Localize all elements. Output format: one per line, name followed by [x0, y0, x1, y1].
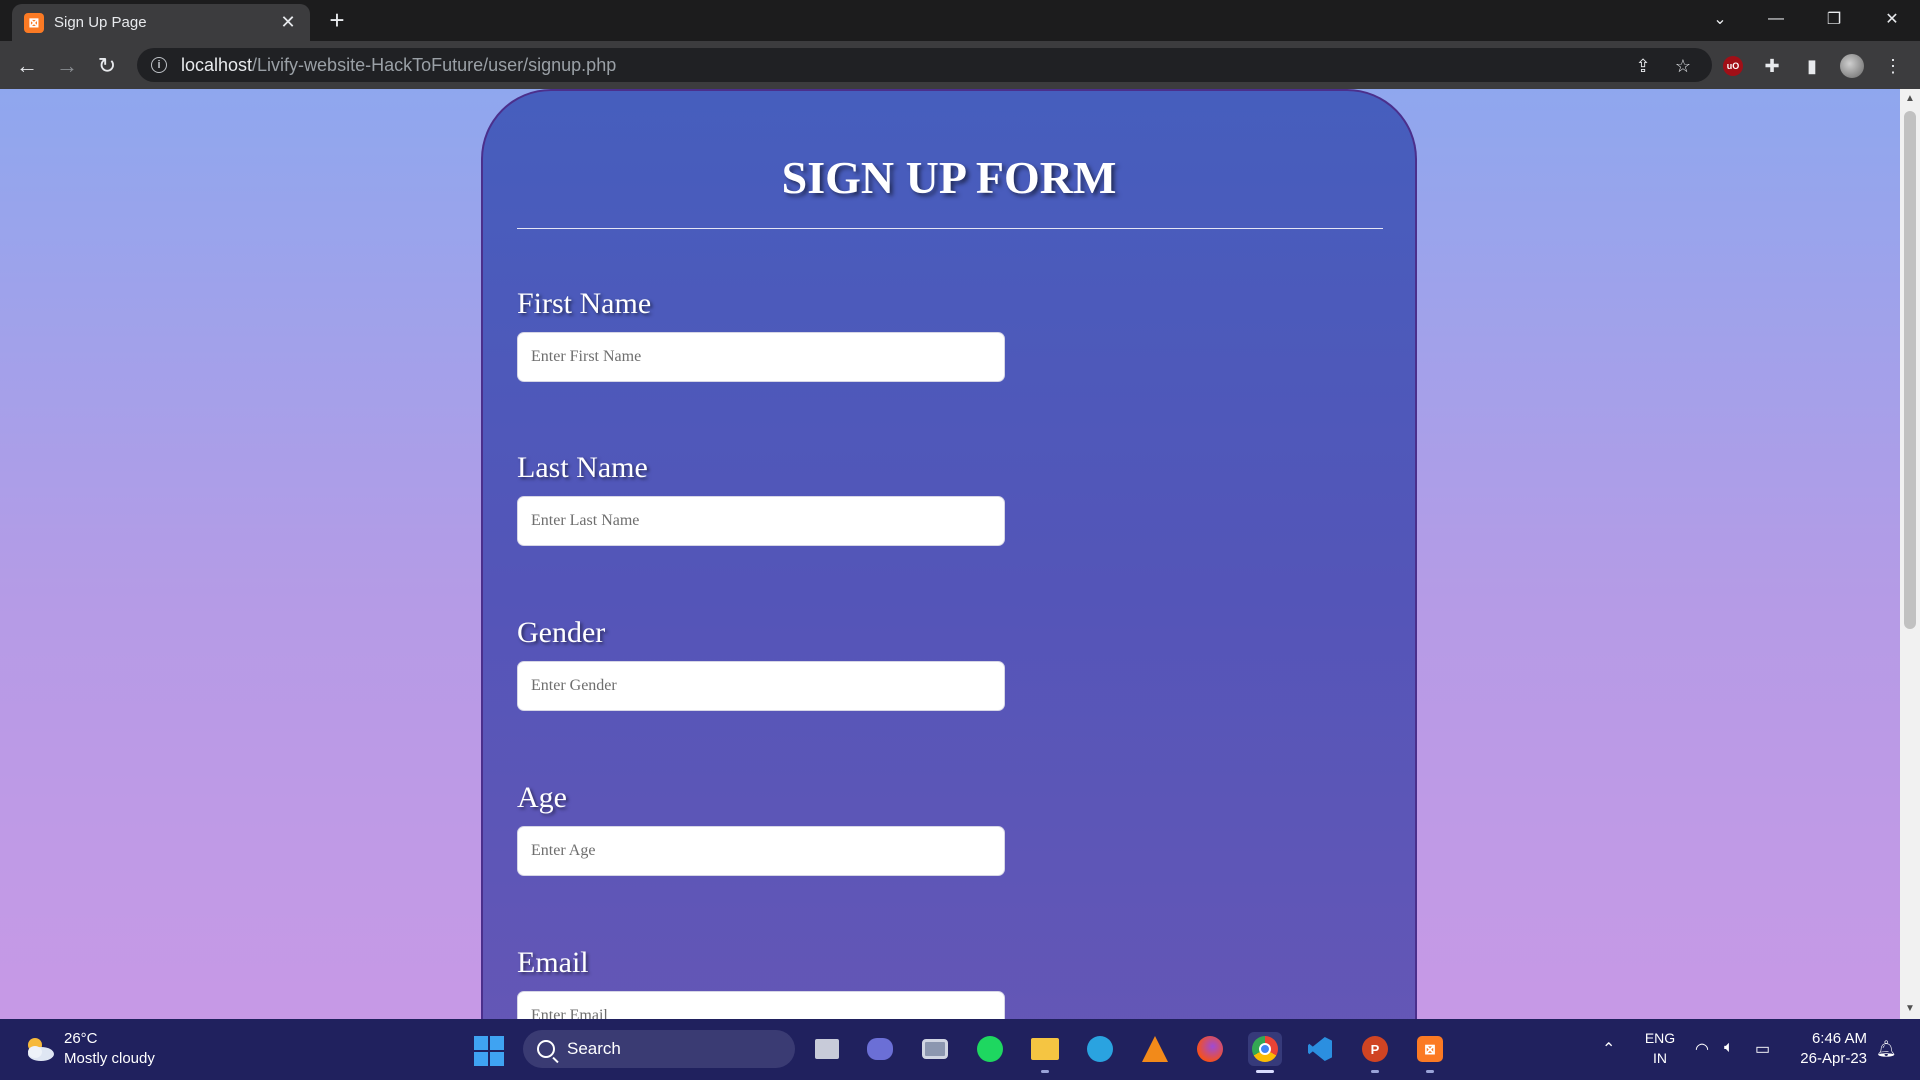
clock-date[interactable]: 26-Apr-23	[1795, 1050, 1867, 1067]
last-name-label: Last Name	[517, 451, 648, 484]
xampp-icon[interactable]: ⊠	[1413, 1032, 1447, 1073]
windows-taskbar: 26°C Mostly cloudy Search P ⊠ ⌃ ENG IN ◠…	[0, 1019, 1920, 1080]
notification-bell-icon[interactable]: 🔔︎	[1876, 1039, 1896, 1059]
share-icon[interactable]: ⇪	[1630, 53, 1656, 79]
taskbar-search-box[interactable]: Search	[523, 1030, 795, 1068]
task-view-icon[interactable]	[810, 1032, 844, 1066]
first-name-input[interactable]	[517, 332, 1005, 382]
input-language[interactable]: ENG	[1644, 1030, 1676, 1046]
clock-time[interactable]: 6:46 AM	[1795, 1030, 1867, 1047]
telegram-icon[interactable]	[1083, 1032, 1117, 1066]
show-hidden-icons-chevron-icon[interactable]: ⌃	[1602, 1039, 1615, 1059]
extensions-puzzle-icon[interactable]: ✚	[1759, 53, 1785, 79]
bookmark-star-icon[interactable]: ☆	[1670, 53, 1696, 79]
meet-chat-icon[interactable]	[863, 1032, 897, 1066]
tab-search-chevron-icon[interactable]: ⌄	[1692, 0, 1748, 38]
powerpoint-icon[interactable]: P	[1358, 1032, 1392, 1073]
site-info-icon[interactable]: i	[151, 57, 167, 73]
wifi-icon[interactable]: ◠	[1695, 1039, 1709, 1059]
volume-muted-icon[interactable]: 🔈︎	[1724, 1039, 1734, 1057]
back-arrow-icon[interactable]: ←	[12, 51, 42, 81]
profile-avatar[interactable]	[1839, 53, 1865, 79]
age-input[interactable]	[517, 826, 1005, 876]
tab-sign-up-page[interactable]: ⊠ Sign Up Page ✕	[12, 4, 310, 41]
tab-title: Sign Up Page	[54, 14, 147, 31]
gender-input[interactable]	[517, 661, 1005, 711]
scroll-up-arrow-icon[interactable]: ▲	[1904, 93, 1916, 105]
firefox-icon[interactable]	[1193, 1032, 1227, 1066]
url-path: /Livify-website-HackToFuture/user/signup…	[252, 54, 617, 75]
cloudy-weather-icon[interactable]	[22, 1035, 56, 1063]
forward-arrow-icon[interactable]: →	[52, 51, 82, 81]
side-panel-icon[interactable]: ▮	[1799, 53, 1825, 79]
weather-description: Mostly cloudy	[64, 1050, 155, 1067]
xampp-favicon-icon: ⊠	[24, 12, 44, 33]
minimize-button[interactable]: —	[1748, 0, 1804, 38]
browser-toolbar: ← → ↻ i localhost/Livify-website-HackToF…	[0, 41, 1920, 89]
scroll-down-arrow-icon[interactable]: ▼	[1904, 1003, 1916, 1015]
page-viewport: SIGN UP FORM First Name Last Name Gender…	[0, 89, 1900, 1019]
scrollbar-thumb[interactable]	[1904, 111, 1916, 629]
camera-app-icon[interactable]	[918, 1032, 952, 1066]
vlc-icon[interactable]	[1138, 1032, 1172, 1066]
restore-button[interactable]: ❐	[1806, 0, 1862, 38]
search-label: Search	[567, 1039, 621, 1058]
tab-close-icon[interactable]: ✕	[278, 12, 298, 33]
reload-icon[interactable]: ↻	[92, 51, 122, 81]
ublock-extension-icon[interactable]: uO	[1720, 53, 1746, 79]
email-label: Email	[517, 946, 589, 979]
address-bar[interactable]: i localhost/Livify-website-HackToFuture/…	[137, 48, 1712, 82]
battery-icon[interactable]: ▭	[1755, 1039, 1770, 1059]
close-window-button[interactable]: ✕	[1864, 0, 1920, 38]
page-scrollbar[interactable]: ▲ ▼	[1900, 89, 1920, 1019]
first-name-label: First Name	[517, 287, 652, 320]
title-divider	[517, 228, 1383, 229]
spotify-icon[interactable]	[973, 1032, 1007, 1066]
file-explorer-icon[interactable]	[1028, 1032, 1062, 1073]
windows-start-icon[interactable]	[474, 1036, 504, 1066]
age-label: Age	[517, 781, 567, 814]
browser-tab-bar: ⊠ Sign Up Page ✕ + ⌄ — ❐ ✕	[0, 0, 1920, 41]
new-tab-button[interactable]: +	[322, 7, 352, 34]
vscode-icon[interactable]	[1303, 1032, 1337, 1066]
form-title: SIGN UP FORM	[781, 152, 1117, 203]
search-icon	[537, 1040, 555, 1058]
weather-temperature: 26°C	[64, 1030, 98, 1047]
input-region[interactable]: IN	[1644, 1050, 1676, 1066]
chrome-icon[interactable]	[1248, 1032, 1282, 1073]
gender-label: Gender	[517, 616, 606, 649]
email-input[interactable]	[517, 991, 1005, 1019]
signup-form-card: SIGN UP FORM First Name Last Name Gender…	[481, 89, 1417, 1019]
url-host: localhost	[181, 54, 253, 75]
last-name-input[interactable]	[517, 496, 1005, 546]
chrome-menu-icon[interactable]: ⋮	[1880, 53, 1906, 79]
